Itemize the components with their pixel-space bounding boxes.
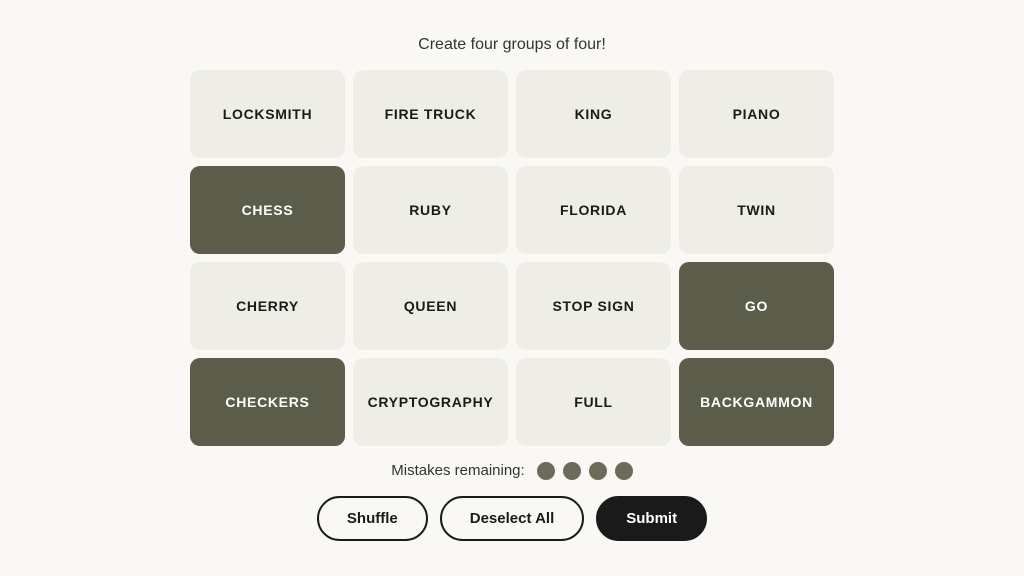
tile-cryptography[interactable]: CRYPTOGRAPHY [353, 358, 508, 446]
shuffle-button[interactable]: Shuffle [317, 496, 428, 541]
tile-florida[interactable]: FLORIDA [516, 166, 671, 254]
submit-button[interactable]: Submit [596, 496, 707, 541]
game-container: Create four groups of four! LOCKSMITHFIR… [172, 36, 852, 541]
tile-ruby[interactable]: RUBY [353, 166, 508, 254]
deselect-button[interactable]: Deselect All [440, 496, 585, 541]
mistakes-label: Mistakes remaining: [391, 462, 524, 479]
tile-stop-sign[interactable]: STOP SIGN [516, 262, 671, 350]
tile-chess[interactable]: CHESS [190, 166, 345, 254]
tile-go[interactable]: GO [679, 262, 834, 350]
mistake-dot-2 [589, 462, 607, 480]
tile-queen[interactable]: QUEEN [353, 262, 508, 350]
tile-piano[interactable]: PIANO [679, 70, 834, 158]
mistake-dot-0 [537, 462, 555, 480]
tile-king[interactable]: KING [516, 70, 671, 158]
mistake-dot-3 [615, 462, 633, 480]
mistakes-row: Mistakes remaining: [391, 462, 632, 480]
mistake-dot-1 [563, 462, 581, 480]
tile-full[interactable]: FULL [516, 358, 671, 446]
buttons-row: Shuffle Deselect All Submit [317, 496, 707, 541]
tile-twin[interactable]: TWIN [679, 166, 834, 254]
tile-checkers[interactable]: CHECKERS [190, 358, 345, 446]
tile-locksmith[interactable]: LOCKSMITH [190, 70, 345, 158]
mistakes-dots [537, 462, 633, 480]
tile-fire-truck[interactable]: FIRE TRUCK [353, 70, 508, 158]
instructions-text: Create four groups of four! [418, 36, 606, 54]
tile-backgammon[interactable]: BACKGAMMON [679, 358, 834, 446]
tile-cherry[interactable]: CHERRY [190, 262, 345, 350]
tile-grid: LOCKSMITHFIRE TRUCKKINGPIANO CHESSRUBYFLO… [190, 70, 834, 446]
